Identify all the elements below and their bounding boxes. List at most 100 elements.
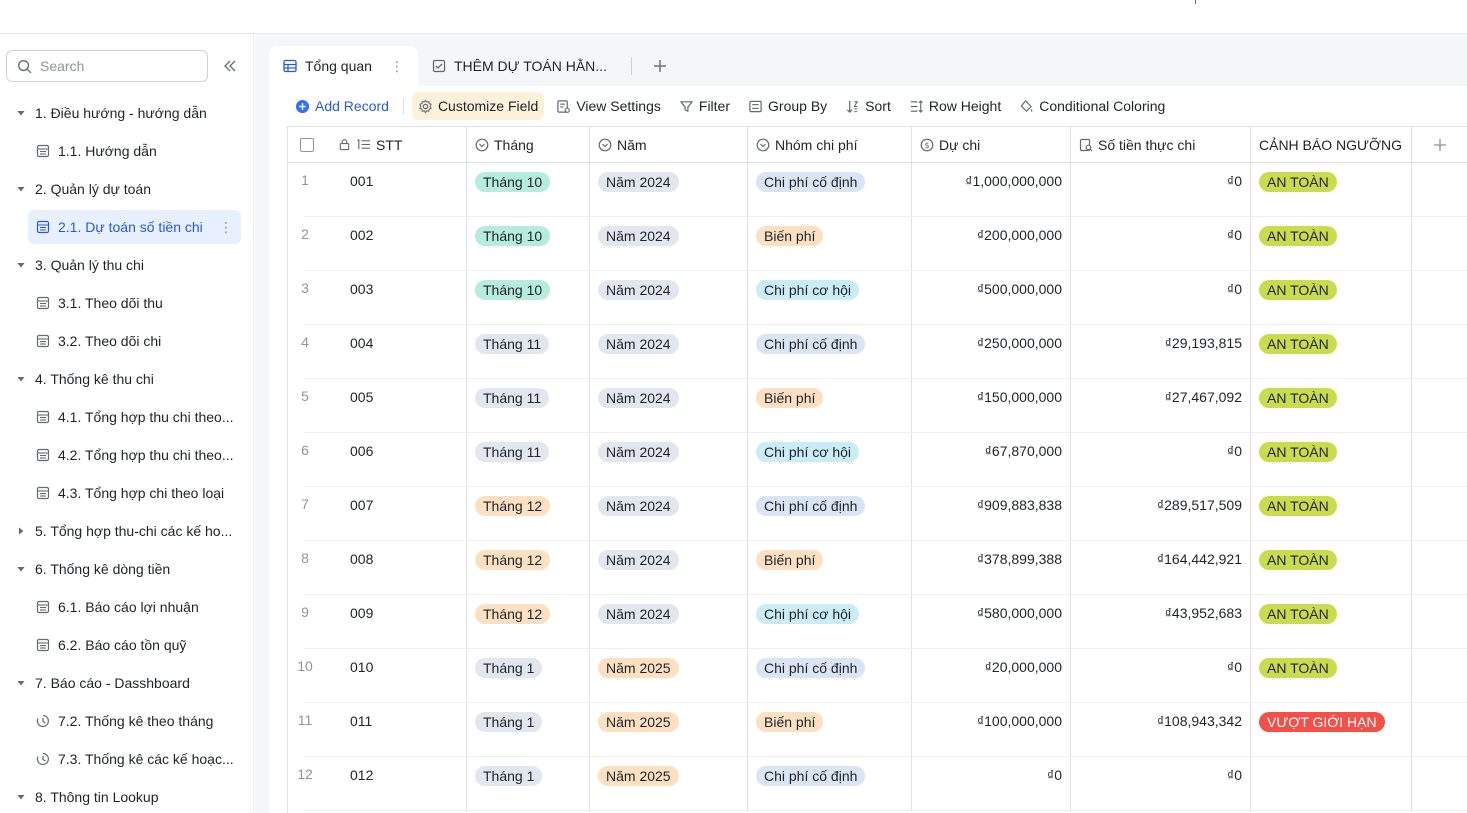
search-input[interactable]: Search [6, 50, 208, 82]
cell-stt[interactable]: 004 [332, 325, 467, 379]
sidebar-folder[interactable]: 5. Tổng hợp thu-chi các kế ho... [0, 514, 232, 548]
cell-canh-bao-nguong[interactable] [1251, 757, 1412, 811]
chevron-down-icon[interactable] [14, 106, 28, 120]
table-row[interactable]: 4 004 Tháng 11 Năm 2024 Chi phí cố định ₫250,… [288, 325, 1467, 379]
sidebar-item[interactable]: 3.1. Theo dõi thu [0, 286, 163, 320]
cell-nhom-chi-phi[interactable]: Chi phí cơ hội [748, 271, 912, 325]
cell-so-tien-thuc-chi[interactable]: ₫0 [1071, 757, 1251, 811]
cell-so-tien-thuc-chi[interactable]: ₫0 [1071, 163, 1251, 217]
sidebar-item[interactable]: 7.3. Thống kê các kế hoạc... [0, 742, 234, 776]
group-by-button[interactable]: Group By [742, 92, 833, 120]
sidebar-item[interactable]: 6.1. Báo cáo lợi nhuận [0, 590, 199, 624]
cell-nhom-chi-phi[interactable]: Chi phí cố định [748, 487, 912, 541]
cell-stt[interactable]: 007 [332, 487, 467, 541]
cell-thang[interactable]: Tháng 10 [467, 163, 590, 217]
cell-nhom-chi-phi[interactable]: Biến phí [748, 379, 912, 433]
cell-nhom-chi-phi[interactable]: Chi phí cơ hội [748, 433, 912, 487]
cell-stt[interactable]: 012 [332, 757, 467, 811]
sidebar-item[interactable]: 2.1. Dự toán số tiền chi ⋮ [28, 210, 241, 244]
tab-tong-quan[interactable]: Tổng quan ⋮ [269, 46, 418, 86]
sidebar-folder[interactable]: 4. Thống kê thu chi [0, 362, 154, 396]
cell-nhom-chi-phi[interactable]: Chi phí cố định [748, 757, 912, 811]
cell-thang[interactable]: Tháng 1 [467, 649, 590, 703]
chevron-down-icon[interactable] [14, 790, 28, 804]
header-stt[interactable]: STT [288, 127, 467, 162]
cell-so-tien-thuc-chi[interactable]: ₫164,442,921 [1071, 541, 1251, 595]
cell-du-chi[interactable]: ₫0 [912, 757, 1071, 811]
table-row[interactable]: 11 011 Tháng 1 Năm 2025 Biến phí ₫100,000,000… [288, 703, 1467, 757]
cell-thang[interactable]: Tháng 11 [467, 433, 590, 487]
sidebar-item[interactable]: 4.3. Tổng hợp chi theo loại [0, 476, 224, 510]
cell-so-tien-thuc-chi[interactable]: ₫27,467,092 [1071, 379, 1251, 433]
cell-stt[interactable]: 010 [332, 649, 467, 703]
sidebar-folder[interactable]: 1. Điều hướng - hướng dẫn [0, 96, 207, 130]
cell-so-tien-thuc-chi[interactable]: ₫43,952,683 [1071, 595, 1251, 649]
add-view-button[interactable] [642, 46, 678, 86]
cell-canh-bao-nguong[interactable]: AN TOÀN [1251, 649, 1412, 703]
cell-du-chi[interactable]: ₫100,000,000 [912, 703, 1071, 757]
conditional-coloring-button[interactable]: Conditional Coloring [1013, 92, 1171, 120]
sidebar-item[interactable]: 4.1. Tổng hợp thu chi theo... [0, 400, 234, 434]
cell-du-chi[interactable]: ₫580,000,000 [912, 595, 1071, 649]
cell-thang[interactable]: Tháng 12 [467, 487, 590, 541]
cell-nhom-chi-phi[interactable]: Biến phí [748, 703, 912, 757]
cell-nam[interactable]: Năm 2025 [590, 649, 748, 703]
cell-stt[interactable]: 002 [332, 217, 467, 271]
sort-button[interactable]: Sort [839, 92, 897, 120]
sidebar-item[interactable]: 3.2. Theo dõi chi [0, 324, 161, 358]
cell-du-chi[interactable]: ₫67,870,000 [912, 433, 1071, 487]
cell-nam[interactable]: Năm 2024 [590, 163, 748, 217]
cell-nam[interactable]: Năm 2024 [590, 379, 748, 433]
sidebar-item[interactable]: 6.2. Báo cáo tồn quỹ [0, 628, 186, 662]
cell-canh-bao-nguong[interactable]: AN TOÀN [1251, 271, 1412, 325]
table-row[interactable]: 1 001 Tháng 10 Năm 2024 Chi phí cố định ₫1,00… [288, 163, 1467, 217]
cell-stt[interactable]: 008 [332, 541, 467, 595]
cell-thang[interactable]: Tháng 12 [467, 541, 590, 595]
add-field-button[interactable] [1412, 127, 1467, 162]
cell-nhom-chi-phi[interactable]: Chi phí cố định [748, 649, 912, 703]
cell-canh-bao-nguong[interactable]: AN TOÀN [1251, 487, 1412, 541]
collapse-sidebar-icon[interactable] [220, 56, 240, 76]
sidebar-folder[interactable]: 3. Quản lý thu chi [0, 248, 144, 282]
header-thang[interactable]: Tháng [467, 127, 590, 162]
sidebar-folder[interactable]: 2. Quản lý dự toán [0, 172, 151, 206]
cell-du-chi[interactable]: ₫250,000,000 [912, 325, 1071, 379]
table-row[interactable]: 9 009 Tháng 12 Năm 2024 Chi phí cơ hội ₫580,0… [288, 595, 1467, 649]
table-row[interactable]: 10 010 Tháng 1 Năm 2025 Chi phí cố định ₫20,0… [288, 649, 1467, 703]
cell-du-chi[interactable]: ₫378,899,388 [912, 541, 1071, 595]
table-row[interactable]: 8 008 Tháng 12 Năm 2024 Biến phí ₫378,899,388… [288, 541, 1467, 595]
cell-thang[interactable]: Tháng 11 [467, 379, 590, 433]
header-nam[interactable]: Năm [590, 127, 748, 162]
header-nhom-chi-phi[interactable]: Nhóm chi phí [748, 127, 912, 162]
chevron-down-icon[interactable] [14, 562, 28, 576]
cell-stt[interactable]: 011 [332, 703, 467, 757]
cell-nam[interactable]: Năm 2025 [590, 703, 748, 757]
cell-du-chi[interactable]: ₫1,000,000,000 [912, 163, 1071, 217]
table-row[interactable]: 2 002 Tháng 10 Năm 2024 Biến phí ₫200,000,000… [288, 217, 1467, 271]
cell-so-tien-thuc-chi[interactable]: ₫29,193,815 [1071, 325, 1251, 379]
cell-thang[interactable]: Tháng 11 [467, 325, 590, 379]
chevron-down-icon[interactable] [14, 372, 28, 386]
view-settings-button[interactable]: View Settings [550, 92, 667, 120]
select-all-checkbox[interactable] [300, 137, 314, 152]
cell-du-chi[interactable]: ₫150,000,000 [912, 379, 1071, 433]
cell-stt[interactable]: 009 [332, 595, 467, 649]
cell-nhom-chi-phi[interactable]: Biến phí [748, 217, 912, 271]
cell-stt[interactable]: 001 [332, 163, 467, 217]
cell-nam[interactable]: Năm 2024 [590, 325, 748, 379]
cell-thang[interactable]: Tháng 10 [467, 217, 590, 271]
cell-canh-bao-nguong[interactable]: AN TOÀN [1251, 433, 1412, 487]
cell-nam[interactable]: Năm 2024 [590, 595, 748, 649]
sidebar-folder[interactable]: 8. Thông tin Lookup [0, 780, 159, 813]
cell-du-chi[interactable]: ₫500,000,000 [912, 271, 1071, 325]
sidebar-item[interactable]: 4.2. Tổng hợp thu chi theo... [0, 438, 234, 472]
cell-so-tien-thuc-chi[interactable]: ₫0 [1071, 649, 1251, 703]
cell-stt[interactable]: 005 [332, 379, 467, 433]
table-row[interactable]: 7 007 Tháng 12 Năm 2024 Chi phí cố định ₫909,… [288, 487, 1467, 541]
add-record-button[interactable]: Add Record [289, 92, 395, 120]
cell-nam[interactable]: Năm 2024 [590, 271, 748, 325]
chevron-down-icon[interactable] [14, 676, 28, 690]
cell-nhom-chi-phi[interactable]: Chi phí cố định [748, 325, 912, 379]
cell-nam[interactable]: Năm 2024 [590, 217, 748, 271]
cell-du-chi[interactable]: ₫20,000,000 [912, 649, 1071, 703]
